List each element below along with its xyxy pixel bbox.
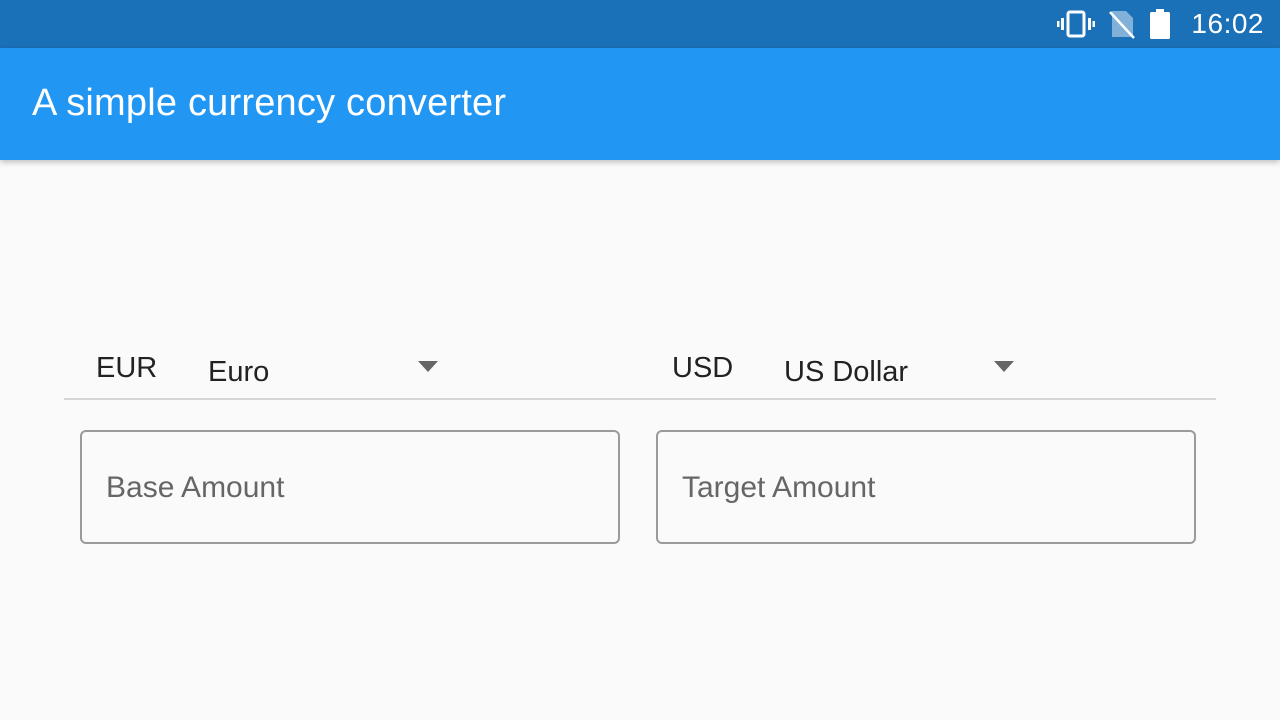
- base-currency-code: EUR: [96, 352, 158, 384]
- status-clock: 16:02: [1191, 8, 1264, 39]
- base-currency-dropdown[interactable]: Euro: [208, 346, 438, 394]
- target-amount-field[interactable]: [656, 430, 1196, 544]
- app-bar: A simple currency converter: [0, 48, 1280, 160]
- app-title: A simple currency converter: [32, 82, 507, 124]
- dropdown-arrow-icon: [418, 360, 438, 378]
- status-icons: 16:02: [1057, 0, 1264, 48]
- status-bar: 16:02: [0, 0, 1280, 48]
- battery-icon: [1149, 9, 1171, 39]
- target-currency-selected: US Dollar: [784, 356, 909, 388]
- currency-selector-row: EUR Euro USD US Dollar: [64, 336, 1216, 400]
- target-currency-dropdown[interactable]: US Dollar: [784, 346, 1014, 394]
- vibrate-icon: [1057, 10, 1096, 38]
- base-currency-selected: Euro: [208, 356, 270, 388]
- base-amount-field[interactable]: [80, 430, 620, 544]
- no-sim-icon: [1109, 9, 1136, 39]
- base-amount-input[interactable]: [104, 432, 598, 544]
- target-amount-input[interactable]: [680, 432, 1174, 544]
- target-currency-code: USD: [672, 352, 734, 384]
- dropdown-arrow-icon: [994, 360, 1014, 378]
